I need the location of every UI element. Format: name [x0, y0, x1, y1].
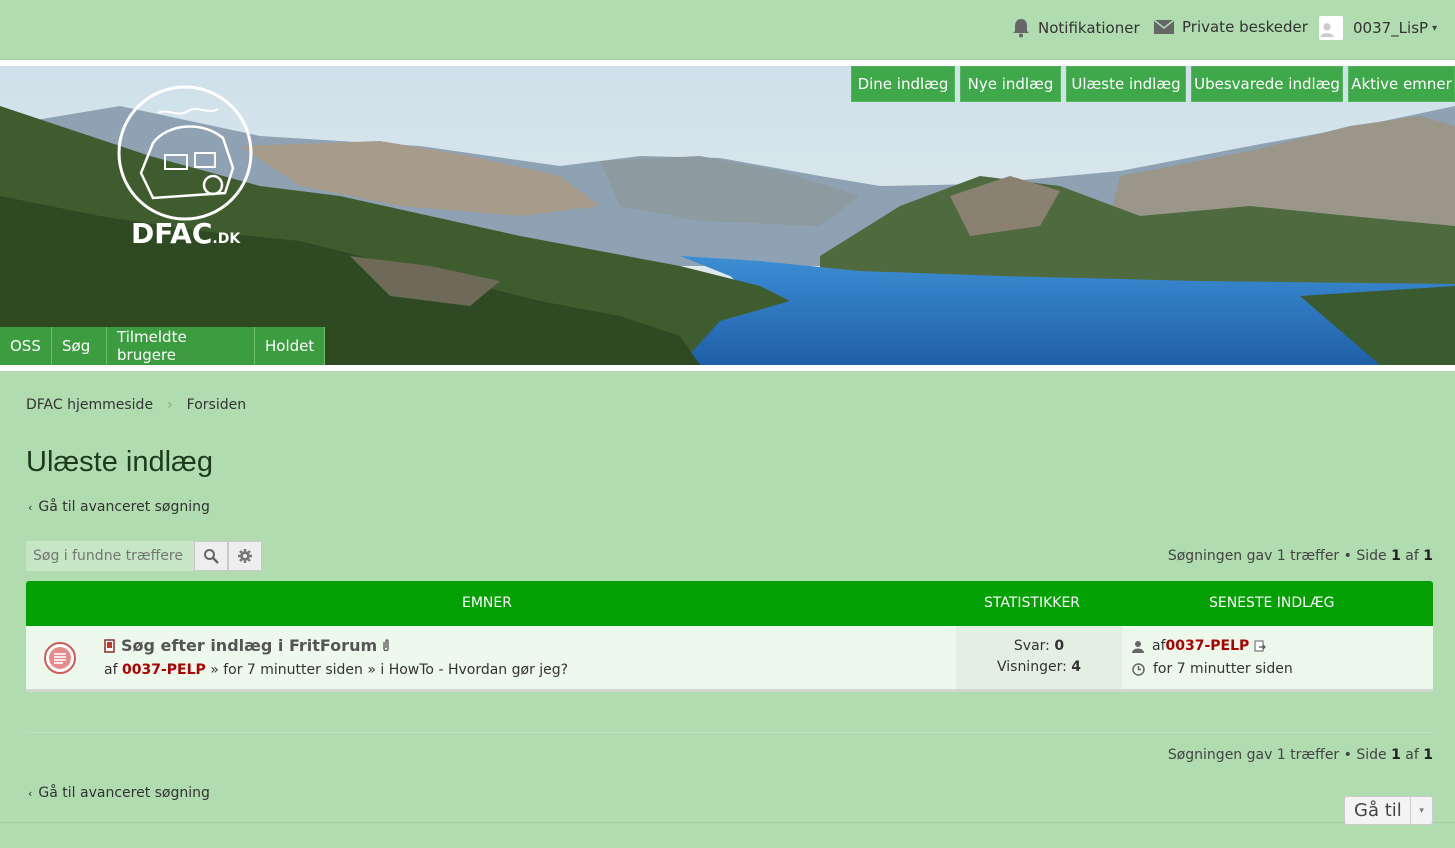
notifications-link[interactable]: Notifikationer [1012, 18, 1140, 38]
breadcrumb-separator: › [167, 397, 173, 413]
result-count-top: Søgningen gav 1 træffer • Side 1 af 1 [1168, 548, 1433, 564]
topic-by-label: af [104, 662, 122, 678]
topic-unread-icon [44, 641, 76, 674]
chevron-left-icon: ‹ [28, 786, 33, 800]
replies-stat: Svar: 0 [956, 638, 1122, 654]
result-total-pages: 1 [1423, 747, 1433, 763]
username-label: 0037_LisP [1353, 19, 1429, 37]
result-count-bottom: Søgningen gav 1 træffer • Side 1 af 1 [1168, 747, 1433, 763]
advanced-search-label: Gå til avanceret søgning [38, 499, 210, 515]
advanced-search-link-bottom[interactable]: ‹ Gå til avanceret søgning [28, 785, 210, 801]
breadcrumb-home[interactable]: DFAC hjemmeside [26, 397, 153, 413]
views-stat: Visninger: 4 [956, 659, 1122, 675]
paperclip-icon [383, 638, 389, 651]
jump-to-button[interactable]: Gå til ▾ [1344, 796, 1433, 825]
nav-search[interactable]: Søg [52, 327, 107, 365]
top-bar: Notifikationer Private beskeder 0037_Lis… [0, 0, 1455, 60]
avatar [1319, 16, 1343, 40]
result-page-number: 1 [1391, 548, 1401, 564]
result-total-pages: 1 [1423, 548, 1433, 564]
header-topics: EMNER [462, 595, 512, 611]
footer-strip [0, 822, 1455, 848]
bell-icon [1013, 19, 1029, 38]
breadcrumb-index[interactable]: Forsiden [187, 397, 246, 413]
topics-table: EMNER STATISTIKKER SENESTE INDLÆG Søg ef… [26, 581, 1433, 692]
nav-new-posts[interactable]: Nye indlæg [960, 66, 1061, 102]
banner-divider [0, 365, 1455, 371]
private-messages-link[interactable]: Private beskeder [1154, 18, 1308, 36]
nav-faq[interactable]: OSS [0, 327, 52, 365]
result-page-number: 1 [1391, 747, 1401, 763]
divider [26, 732, 1433, 733]
topic-author-link[interactable]: 0037-PELP [122, 662, 206, 678]
result-count-text: Søgningen gav 1 træffer • Side [1167, 548, 1392, 564]
last-post-author-link[interactable]: 0037-PELP [1166, 638, 1250, 654]
nav-members[interactable]: Tilmeldte brugere [107, 327, 255, 365]
search-results-form [26, 541, 262, 571]
topic-title-link[interactable]: Søg efter indlæg i FritForum [121, 636, 377, 655]
chevron-down-icon: ▾ [1432, 22, 1438, 34]
dfac-logo: DFAC.DK [117, 85, 253, 250]
search-icon [204, 549, 219, 564]
nav-active-topics[interactable]: Aktive emner [1348, 66, 1455, 102]
jump-to-label: Gå til [1354, 800, 1402, 821]
advanced-search-button[interactable] [228, 541, 262, 571]
envelope-icon [1154, 19, 1174, 34]
search-input[interactable] [26, 541, 194, 571]
result-count-text: Søgningen gav 1 træffer • Side [1167, 747, 1392, 763]
user-icon [1132, 640, 1144, 653]
topic-main-cell: Søg efter indlæg i FritForum af 0037-PEL… [94, 626, 956, 689]
views-label: Visninger: [996, 659, 1072, 675]
topic-title-line: Søg efter indlæg i FritForum [104, 636, 391, 655]
new-post-icon[interactable] [104, 638, 116, 653]
gear-icon [238, 549, 252, 563]
user-silhouette-icon [1320, 23, 1334, 37]
result-of-text: af [1400, 747, 1424, 763]
last-post-by-label: af [1152, 638, 1166, 654]
advanced-search-link-top[interactable]: ‹ Gå til avanceret søgning [28, 499, 210, 515]
table-row: Søg efter indlæg i FritForum af 0037-PEL… [26, 626, 1433, 692]
search-button[interactable] [194, 541, 228, 571]
private-messages-label: Private beskeder [1182, 18, 1308, 36]
logo-text: DFAC.DK [131, 217, 241, 250]
chevron-left-icon: ‹ [28, 500, 33, 514]
result-of-text: af [1400, 548, 1424, 564]
user-menu[interactable]: 0037_LisP ▾ [1319, 16, 1437, 40]
replies-count: 0 [1054, 638, 1065, 654]
topic-stats-cell: Svar: 0 Visninger: 4 [956, 626, 1122, 689]
header-statistics: STATISTIKKER [984, 595, 1081, 611]
nav-your-posts[interactable]: Dine indlæg [851, 66, 955, 102]
advanced-search-label: Gå til avanceret søgning [38, 785, 210, 801]
clock-icon [1132, 662, 1145, 676]
notifications-label: Notifikationer [1038, 19, 1140, 37]
nav-team[interactable]: Holdet [255, 327, 325, 365]
header-banner: DFAC.DK Dine indlæg Nye indlæg Ulæste in… [0, 66, 1455, 365]
page-title: Ulæste indlæg [26, 446, 213, 478]
nav-unanswered-posts[interactable]: Ubesvarede indlæg [1191, 66, 1343, 102]
breadcrumb: DFAC hjemmeside › Forsiden [26, 397, 246, 413]
views-count: 4 [1071, 659, 1081, 675]
nav-unread-posts[interactable]: Ulæste indlæg [1066, 66, 1186, 102]
topic-status-cell [26, 626, 94, 689]
topic-meta-text: » for 7 minutter siden » i HowTo - Hvord… [205, 662, 569, 678]
last-post-author-line: af 0037-PELP [1132, 638, 1267, 654]
last-post-time-line: for 7 minutter siden [1132, 661, 1293, 677]
table-header: EMNER STATISTIKKER SENESTE INDLÆG [26, 581, 1433, 626]
chevron-down-icon[interactable]: ▾ [1410, 797, 1432, 824]
go-to-post-icon[interactable] [1254, 640, 1267, 652]
logo-suffix: .DK [212, 231, 241, 247]
replies-label: Svar: [1013, 638, 1055, 654]
header-last-post: SENESTE INDLÆG [1209, 595, 1335, 611]
last-post-cell: af 0037-PELP for 7 minutter siden [1122, 626, 1433, 689]
topic-meta: af 0037-PELP » for 7 minutter siden » i … [104, 662, 568, 678]
secondary-nav: OSS Søg Tilmeldte brugere Holdet [0, 327, 325, 365]
last-post-time: for 7 minutter siden [1153, 661, 1293, 677]
